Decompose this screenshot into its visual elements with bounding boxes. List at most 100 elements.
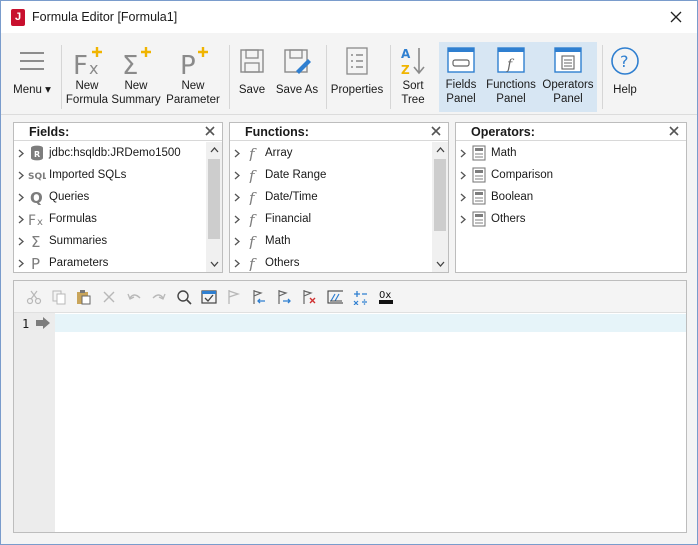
svg-text:F: F bbox=[73, 51, 88, 79]
chevron-right-icon[interactable] bbox=[456, 149, 470, 158]
save-button[interactable]: Save bbox=[233, 43, 271, 111]
new-formula-label-1: New bbox=[75, 80, 99, 92]
chevron-right-icon[interactable] bbox=[456, 193, 470, 202]
chevron-right-icon[interactable] bbox=[230, 171, 244, 180]
tree-item-label: Math bbox=[265, 235, 291, 247]
tree-item-label: Parameters bbox=[49, 257, 109, 269]
scrollbar-thumb[interactable] bbox=[208, 159, 220, 239]
paste-icon[interactable] bbox=[75, 289, 91, 305]
flag-icon[interactable] bbox=[226, 289, 242, 305]
new-summary-button[interactable]: Σ New Summary bbox=[111, 43, 161, 111]
calculator-icon bbox=[470, 167, 488, 183]
functions-scrollbar[interactable] bbox=[432, 142, 448, 272]
hex-icon[interactable]: 0x bbox=[377, 289, 397, 305]
operators-tree: Math Comparison Boolean Others bbox=[456, 142, 686, 272]
tree-item-imported-sqls[interactable]: SQL Imported SQLs bbox=[14, 164, 206, 186]
search-icon[interactable] bbox=[176, 289, 192, 305]
svg-text:F: F bbox=[28, 213, 36, 227]
scrollbar-thumb[interactable] bbox=[434, 159, 446, 231]
comment-icon[interactable] bbox=[327, 289, 343, 305]
chevron-right-icon[interactable] bbox=[456, 171, 470, 180]
chevron-right-icon[interactable] bbox=[456, 215, 470, 224]
close-icon[interactable] bbox=[430, 125, 442, 137]
tree-item-array[interactable]: f Array bbox=[230, 142, 432, 164]
chevron-right-icon[interactable] bbox=[230, 215, 244, 224]
undo-icon[interactable] bbox=[126, 289, 142, 305]
tree-item-label: Math bbox=[491, 147, 517, 159]
close-icon[interactable] bbox=[204, 125, 216, 137]
save-as-label: Save As bbox=[275, 84, 319, 96]
chevron-right-icon[interactable] bbox=[14, 193, 28, 202]
tree-item-queries[interactable]: Q Queries bbox=[14, 186, 206, 208]
new-formula-button[interactable]: Fx New Formula bbox=[63, 43, 111, 111]
chevron-right-icon[interactable] bbox=[230, 149, 244, 158]
functions-panel-toggle[interactable]: f Functions Panel bbox=[483, 42, 539, 112]
tree-item-others[interactable]: Others bbox=[456, 208, 686, 230]
redo-icon[interactable] bbox=[151, 289, 167, 305]
tree-item-label: Others bbox=[491, 213, 526, 225]
tree-item-label: Array bbox=[265, 147, 293, 159]
save-as-button[interactable]: Save As bbox=[273, 43, 321, 111]
new-parameter-button[interactable]: P New Parameter bbox=[165, 43, 221, 111]
window-title: Formula Editor [Formula1] bbox=[32, 10, 178, 24]
delete-icon[interactable] bbox=[101, 289, 117, 305]
chevron-right-icon[interactable] bbox=[230, 237, 244, 246]
tree-item-date-range[interactable]: f Date Range bbox=[230, 164, 432, 186]
menu-button[interactable]: Menu ▾ bbox=[9, 43, 55, 111]
check-syntax-icon[interactable] bbox=[201, 289, 217, 305]
tree-item-summaries[interactable]: Σ Summaries bbox=[14, 230, 206, 252]
fields-panel-label-2: Panel bbox=[446, 93, 476, 105]
tree-item-parameters[interactable]: P Parameters bbox=[14, 252, 206, 272]
parameter-icon: P bbox=[28, 255, 46, 271]
operators-panel-toggle[interactable]: Operators Panel bbox=[539, 42, 597, 112]
copy-icon[interactable] bbox=[51, 289, 67, 305]
chevron-right-icon[interactable] bbox=[230, 193, 244, 202]
scroll-down-icon[interactable] bbox=[432, 256, 448, 272]
calculator-icon bbox=[470, 189, 488, 205]
scroll-down-icon[interactable] bbox=[206, 256, 222, 272]
chevron-right-icon[interactable] bbox=[14, 171, 28, 180]
cut-icon[interactable] bbox=[26, 289, 42, 305]
chevron-right-icon[interactable] bbox=[14, 237, 28, 246]
operators-panel: Operators: Math Comparison Boolean Other… bbox=[455, 122, 687, 273]
next-flag-icon[interactable] bbox=[276, 289, 292, 305]
chevron-right-icon[interactable] bbox=[14, 259, 28, 268]
svg-text:Σ: Σ bbox=[122, 51, 138, 79]
line-gutter bbox=[14, 313, 55, 532]
operators-icon[interactable] bbox=[352, 289, 368, 305]
function-icon: f bbox=[244, 233, 262, 249]
scroll-up-icon[interactable] bbox=[432, 142, 448, 158]
help-button[interactable]: ? Help bbox=[605, 43, 645, 111]
tree-item-formulas[interactable]: Fx Formulas bbox=[14, 208, 206, 230]
tree-item-math[interactable]: Math bbox=[456, 142, 686, 164]
tree-item-others[interactable]: f Others bbox=[230, 252, 432, 272]
sort-tree-button[interactable]: AZ Sort Tree bbox=[393, 43, 433, 111]
tree-item-financial[interactable]: f Financial bbox=[230, 208, 432, 230]
tree-item-math[interactable]: f Math bbox=[230, 230, 432, 252]
function-icon: f bbox=[244, 167, 262, 183]
chevron-right-icon[interactable] bbox=[14, 149, 28, 158]
database-icon: R bbox=[28, 145, 46, 161]
properties-button[interactable]: Properties bbox=[329, 43, 385, 111]
tree-item-date-time[interactable]: f Date/Time bbox=[230, 186, 432, 208]
window-close-button[interactable] bbox=[655, 1, 697, 33]
tree-item-comparison[interactable]: Comparison bbox=[456, 164, 686, 186]
tree-item-label: Financial bbox=[265, 213, 312, 225]
previous-flag-icon[interactable] bbox=[251, 289, 267, 305]
current-line-highlight[interactable] bbox=[55, 314, 686, 332]
functions-panel-label-1: Functions bbox=[486, 79, 536, 91]
functions-panel-label-2: Panel bbox=[496, 93, 526, 105]
svg-text:f: f bbox=[248, 189, 257, 205]
chevron-right-icon[interactable] bbox=[230, 259, 244, 268]
calculator-icon bbox=[470, 145, 488, 161]
tree-item-database[interactable]: R jdbc:hsqldb:JRDemo1500 bbox=[14, 142, 206, 164]
fields-scrollbar[interactable] bbox=[206, 142, 222, 272]
scroll-up-icon[interactable] bbox=[206, 142, 222, 158]
clear-flags-icon[interactable] bbox=[301, 289, 317, 305]
fields-panel-toggle[interactable]: Fields Panel bbox=[439, 42, 483, 112]
tree-item-boolean[interactable]: Boolean bbox=[456, 186, 686, 208]
close-icon[interactable] bbox=[668, 125, 680, 137]
hex-label: 0x bbox=[379, 290, 391, 301]
tree-item-label: Others bbox=[265, 257, 300, 269]
chevron-right-icon[interactable] bbox=[14, 215, 28, 224]
